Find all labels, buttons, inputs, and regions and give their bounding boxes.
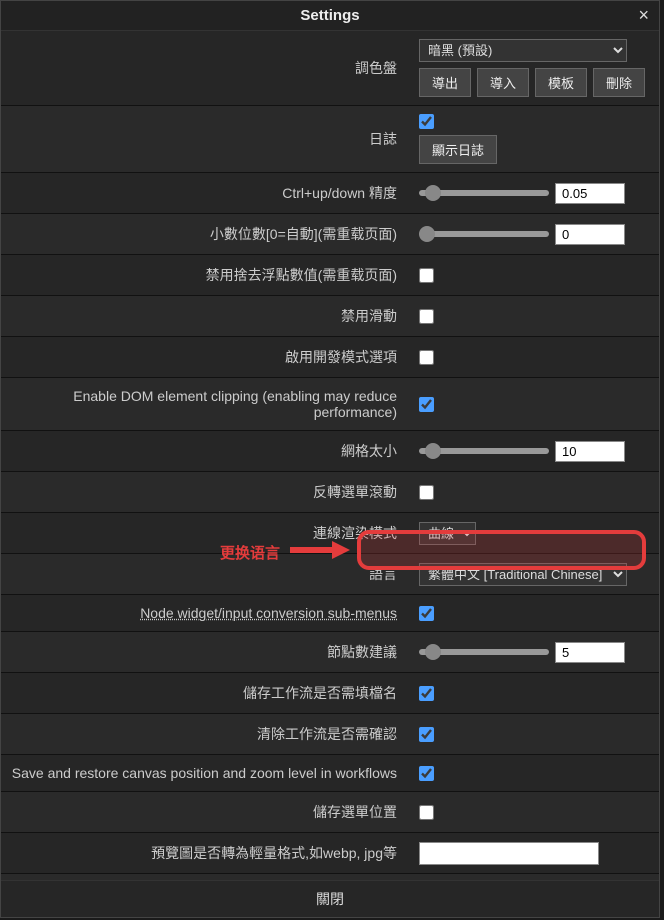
- template-button[interactable]: 模板: [535, 68, 587, 97]
- row-dev-mode: 啟用開發模式選項: [1, 337, 659, 378]
- decimals-input[interactable]: [555, 224, 625, 245]
- value-grid: [409, 431, 659, 471]
- save-canvas-checkbox[interactable]: [419, 766, 434, 781]
- suggestions-slider[interactable]: [419, 649, 549, 655]
- label-disable-slider: 禁用滑動: [1, 296, 409, 336]
- language-select[interactable]: 繁體中文 [Traditional Chinese]: [419, 563, 627, 586]
- row-save-prompt: 儲存工作流是否需填檔名: [1, 673, 659, 714]
- label-node-submenus: Node widget/input conversion sub-menus: [1, 595, 409, 631]
- value-logs: 顯示日誌: [409, 106, 659, 172]
- label-clear-confirm: 清除工作流是否需確認: [1, 714, 409, 754]
- value-link-render: 曲線: [409, 513, 659, 553]
- value-dev-mode: [409, 337, 659, 377]
- label-suggestions: 節點數建議: [1, 632, 409, 672]
- preview-format-input[interactable]: [419, 842, 599, 865]
- show-logs-button[interactable]: 顯示日誌: [419, 135, 497, 164]
- close-button[interactable]: 關閉: [1, 880, 659, 917]
- disable-slider-checkbox[interactable]: [419, 309, 434, 324]
- label-precision: Ctrl+up/down 精度: [1, 173, 409, 213]
- row-logs: 日誌 顯示日誌: [1, 106, 659, 173]
- value-clear-confirm: [409, 714, 659, 754]
- label-palette: 調色盤: [1, 31, 409, 105]
- label-save-prompt: 儲存工作流是否需填檔名: [1, 673, 409, 713]
- label-decimals: 小數位數[0=自動](需重载页面): [1, 214, 409, 254]
- annotation-label: 更换语言: [220, 542, 280, 563]
- label-save-menu-pos: 儲存選單位置: [1, 792, 409, 832]
- settings-dialog: Settings × 調色盤 暗黑 (預設) 導出 導入 模板 刪除 日誌 顯示…: [0, 0, 660, 918]
- dev-mode-checkbox[interactable]: [419, 350, 434, 365]
- palette-select[interactable]: 暗黑 (預設): [419, 39, 627, 62]
- invert-scroll-checkbox[interactable]: [419, 485, 434, 500]
- grid-slider[interactable]: [419, 448, 549, 454]
- value-invert-scroll: [409, 472, 659, 512]
- label-dom-clip: Enable DOM element clipping (enabling ma…: [1, 378, 409, 430]
- label-invert-scroll: 反轉選單滾動: [1, 472, 409, 512]
- value-disable-slider: [409, 296, 659, 336]
- row-disable-slider: 禁用滑動: [1, 296, 659, 337]
- value-suggestions: [409, 632, 659, 672]
- import-button[interactable]: 導入: [477, 68, 529, 97]
- row-save-canvas: Save and restore canvas position and zoo…: [1, 755, 659, 792]
- close-icon[interactable]: ×: [638, 5, 649, 26]
- row-invert-scroll: 反轉選單滾動: [1, 472, 659, 513]
- disable-round-checkbox[interactable]: [419, 268, 434, 283]
- row-suggestions: 節點數建議: [1, 632, 659, 673]
- row-dom-clip: Enable DOM element clipping (enabling ma…: [1, 378, 659, 431]
- label-grid: 網格太小: [1, 431, 409, 471]
- value-save-prompt: [409, 673, 659, 713]
- dialog-title: Settings: [300, 7, 359, 24]
- node-submenus-checkbox[interactable]: [419, 606, 434, 621]
- clear-confirm-checkbox[interactable]: [419, 727, 434, 742]
- link-render-select[interactable]: 曲線: [419, 522, 476, 545]
- arrow-icon: [290, 541, 350, 559]
- row-save-menu-pos: 儲存選單位置: [1, 792, 659, 833]
- precision-slider[interactable]: [419, 190, 549, 196]
- suggestions-input[interactable]: [555, 642, 625, 663]
- value-save-canvas: [409, 755, 659, 791]
- save-menu-pos-checkbox[interactable]: [419, 805, 434, 820]
- save-prompt-checkbox[interactable]: [419, 686, 434, 701]
- value-disable-round: [409, 255, 659, 295]
- value-dom-clip: [409, 378, 659, 430]
- grid-input[interactable]: [555, 441, 625, 462]
- logs-checkbox[interactable]: [419, 114, 434, 129]
- value-save-menu-pos: [409, 792, 659, 832]
- value-preview-format: [409, 833, 659, 873]
- value-precision: [409, 173, 659, 213]
- delete-button[interactable]: 刪除: [593, 68, 645, 97]
- decimals-slider[interactable]: [419, 231, 549, 237]
- label-save-canvas: Save and restore canvas position and zoo…: [1, 755, 409, 791]
- row-node-submenus: Node widget/input conversion sub-menus: [1, 595, 659, 632]
- precision-input[interactable]: [555, 183, 625, 204]
- row-grid: 網格太小: [1, 431, 659, 472]
- value-palette: 暗黑 (預設) 導出 導入 模板 刪除: [409, 31, 659, 105]
- row-clear-confirm: 清除工作流是否需確認: [1, 714, 659, 755]
- row-language: 語言 繁體中文 [Traditional Chinese]: [1, 554, 659, 595]
- row-preview-format: 預覽圖是否轉為輕量格式,如webp, jpg等: [1, 833, 659, 874]
- row-disable-round: 禁用捨去浮點數值(需重载页面): [1, 255, 659, 296]
- value-decimals: [409, 214, 659, 254]
- dialog-header: Settings ×: [1, 1, 659, 31]
- value-node-submenus: [409, 595, 659, 631]
- row-decimals: 小數位數[0=自動](需重载页面): [1, 214, 659, 255]
- dom-clip-checkbox[interactable]: [419, 397, 434, 412]
- label-disable-round: 禁用捨去浮點數值(需重载页面): [1, 255, 409, 295]
- value-language: 繁體中文 [Traditional Chinese]: [409, 554, 659, 594]
- settings-body[interactable]: 調色盤 暗黑 (預設) 導出 導入 模板 刪除 日誌 顯示日誌 Ctrl+up/…: [1, 31, 659, 880]
- label-dev-mode: 啟用開發模式選項: [1, 337, 409, 377]
- export-button[interactable]: 導出: [419, 68, 471, 97]
- palette-buttons: 導出 導入 模板 刪除: [419, 68, 645, 97]
- row-precision: Ctrl+up/down 精度: [1, 173, 659, 214]
- label-logs: 日誌: [1, 106, 409, 172]
- row-palette: 調色盤 暗黑 (預設) 導出 導入 模板 刪除: [1, 31, 659, 106]
- label-language: 語言: [1, 554, 409, 594]
- label-preview-format: 預覽圖是否轉為輕量格式,如webp, jpg等: [1, 833, 409, 873]
